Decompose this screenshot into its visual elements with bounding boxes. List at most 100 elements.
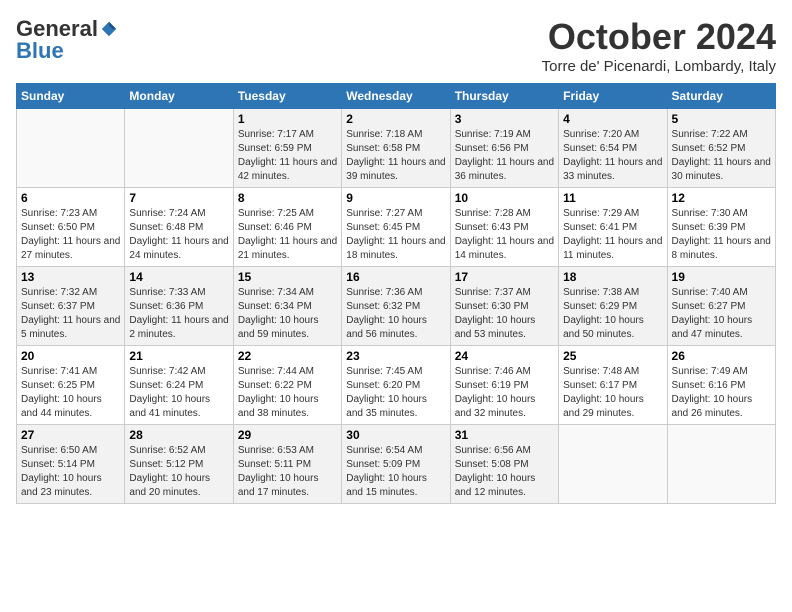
calendar-cell: 13 Sunrise: 7:32 AM Sunset: 6:37 PM Dayli… [17, 267, 125, 346]
calendar-cell: 16Sunrise: 7:36 AM Sunset: 6:32 PM Dayli… [342, 267, 450, 346]
day-number: 8 [238, 191, 337, 205]
day-info: Sunrise: 7:22 AM Sunset: 6:52 PM Dayligh… [672, 128, 771, 184]
day-number: 19 [672, 270, 771, 284]
weekday-header-wednesday: Wednesday [342, 84, 450, 109]
day-info: Sunrise: 7:41 AM Sunset: 6:25 PM Dayligh… [21, 365, 120, 421]
calendar-cell: 2Sunrise: 7:18 AM Sunset: 6:58 PM Daylig… [342, 109, 450, 188]
calendar-cell: 12 Sunrise: 7:30 AM Sunset: 6:39 PM Dayli… [667, 188, 775, 267]
calendar-cell: 19 Sunrise: 7:40 AM Sunset: 6:27 PM Dayli… [667, 267, 775, 346]
day-info: Sunrise: 7:20 AM Sunset: 6:54 PM Dayligh… [563, 128, 662, 184]
day-info: Sunrise: 7:18 AM Sunset: 6:58 PM Dayligh… [346, 128, 445, 184]
day-number: 30 [346, 428, 445, 442]
day-info: Sunrise: 7:46 AM Sunset: 6:19 PM Dayligh… [455, 365, 554, 421]
day-number: 24 [455, 349, 554, 363]
calendar-table: SundayMondayTuesdayWednesdayThursdayFrid… [16, 83, 776, 504]
month-title: October 2024 [542, 16, 776, 58]
calendar-cell: 24 Sunrise: 7:46 AM Sunset: 6:19 PM Dayli… [450, 346, 558, 425]
calendar-week-row: 20 Sunrise: 7:41 AM Sunset: 6:25 PM Dayli… [17, 346, 776, 425]
day-info: Sunrise: 7:42 AM Sunset: 6:24 PM Dayligh… [129, 365, 228, 421]
day-number: 28 [129, 428, 228, 442]
calendar-cell [559, 425, 667, 504]
logo-blue: Blue [16, 38, 64, 64]
day-info: Sunrise: 7:40 AM Sunset: 6:27 PM Dayligh… [672, 286, 771, 342]
calendar-cell: 8 Sunrise: 7:25 AM Sunset: 6:46 PM Daylig… [233, 188, 341, 267]
day-info: Sunrise: 6:52 AM Sunset: 5:12 PM Dayligh… [129, 444, 228, 500]
day-number: 25 [563, 349, 662, 363]
day-number: 17 [455, 270, 554, 284]
calendar-cell: 15 Sunrise: 7:34 AM Sunset: 6:34 PM Dayli… [233, 267, 341, 346]
day-info: Sunrise: 7:48 AM Sunset: 6:17 PM Dayligh… [563, 365, 662, 421]
day-info: Sunrise: 7:27 AM Sunset: 6:45 PM Dayligh… [346, 207, 445, 263]
calendar-cell [667, 425, 775, 504]
day-number: 7 [129, 191, 228, 205]
calendar-cell: 9 Sunrise: 7:27 AM Sunset: 6:45 PM Daylig… [342, 188, 450, 267]
day-number: 12 [672, 191, 771, 205]
day-number: 26 [672, 349, 771, 363]
day-number: 31 [455, 428, 554, 442]
calendar-cell: 20 Sunrise: 7:41 AM Sunset: 6:25 PM Dayli… [17, 346, 125, 425]
day-number: 9 [346, 191, 445, 205]
calendar-cell: 21 Sunrise: 7:42 AM Sunset: 6:24 PM Dayli… [125, 346, 233, 425]
day-number: 14 [129, 270, 228, 284]
calendar-cell: 22Sunrise: 7:44 AM Sunset: 6:22 PM Dayli… [233, 346, 341, 425]
day-number: 23 [346, 349, 445, 363]
day-info: Sunrise: 7:34 AM Sunset: 6:34 PM Dayligh… [238, 286, 337, 342]
weekday-header-thursday: Thursday [450, 84, 558, 109]
day-info: Sunrise: 7:49 AM Sunset: 6:16 PM Dayligh… [672, 365, 771, 421]
calendar-cell: 6Sunrise: 7:23 AM Sunset: 6:50 PM Daylig… [17, 188, 125, 267]
day-info: Sunrise: 7:29 AM Sunset: 6:41 PM Dayligh… [563, 207, 662, 263]
day-info: Sunrise: 7:23 AM Sunset: 6:50 PM Dayligh… [21, 207, 120, 263]
calendar-cell: 30Sunrise: 6:54 AM Sunset: 5:09 PM Dayli… [342, 425, 450, 504]
calendar-cell: 27 Sunrise: 6:50 AM Sunset: 5:14 PM Dayli… [17, 425, 125, 504]
day-info: Sunrise: 7:32 AM Sunset: 6:37 PM Dayligh… [21, 286, 120, 342]
day-info: Sunrise: 6:56 AM Sunset: 5:08 PM Dayligh… [455, 444, 554, 500]
calendar-cell: 25 Sunrise: 7:48 AM Sunset: 6:17 PM Dayli… [559, 346, 667, 425]
logo-icon [100, 20, 118, 38]
day-info: Sunrise: 7:44 AM Sunset: 6:22 PM Dayligh… [238, 365, 337, 421]
day-number: 21 [129, 349, 228, 363]
calendar-cell: 28 Sunrise: 6:52 AM Sunset: 5:12 PM Dayli… [125, 425, 233, 504]
day-info: Sunrise: 7:30 AM Sunset: 6:39 PM Dayligh… [672, 207, 771, 263]
calendar-cell: 18Sunrise: 7:38 AM Sunset: 6:29 PM Dayli… [559, 267, 667, 346]
day-number: 3 [455, 112, 554, 126]
day-number: 18 [563, 270, 662, 284]
calendar-cell: 23Sunrise: 7:45 AM Sunset: 6:20 PM Dayli… [342, 346, 450, 425]
calendar-cell: 26 Sunrise: 7:49 AM Sunset: 6:16 PM Dayli… [667, 346, 775, 425]
day-number: 11 [563, 191, 662, 205]
calendar-cell: 14 Sunrise: 7:33 AM Sunset: 6:36 PM Dayli… [125, 267, 233, 346]
weekday-header-row: SundayMondayTuesdayWednesdayThursdayFrid… [17, 84, 776, 109]
calendar-cell [17, 109, 125, 188]
location: Torre de' Picenardi, Lombardy, Italy [542, 58, 776, 75]
calendar-cell: 10Sunrise: 7:28 AM Sunset: 6:43 PM Dayli… [450, 188, 558, 267]
day-number: 5 [672, 112, 771, 126]
day-number: 13 [21, 270, 120, 284]
calendar-cell: 11 Sunrise: 7:29 AM Sunset: 6:41 PM Dayli… [559, 188, 667, 267]
calendar-cell: 3Sunrise: 7:19 AM Sunset: 6:56 PM Daylig… [450, 109, 558, 188]
calendar-cell: 1Sunrise: 7:17 AM Sunset: 6:59 PM Daylig… [233, 109, 341, 188]
calendar-cell: 5 Sunrise: 7:22 AM Sunset: 6:52 PM Daylig… [667, 109, 775, 188]
weekday-header-tuesday: Tuesday [233, 84, 341, 109]
calendar-cell [125, 109, 233, 188]
page-header: General Blue October 2024 Torre de' Pice… [16, 16, 776, 75]
day-number: 4 [563, 112, 662, 126]
day-info: Sunrise: 7:17 AM Sunset: 6:59 PM Dayligh… [238, 128, 337, 184]
day-number: 15 [238, 270, 337, 284]
day-info: Sunrise: 6:53 AM Sunset: 5:11 PM Dayligh… [238, 444, 337, 500]
day-info: Sunrise: 6:50 AM Sunset: 5:14 PM Dayligh… [21, 444, 120, 500]
day-number: 27 [21, 428, 120, 442]
day-info: Sunrise: 7:36 AM Sunset: 6:32 PM Dayligh… [346, 286, 445, 342]
calendar-cell: 4 Sunrise: 7:20 AM Sunset: 6:54 PM Daylig… [559, 109, 667, 188]
day-number: 20 [21, 349, 120, 363]
day-info: Sunrise: 7:37 AM Sunset: 6:30 PM Dayligh… [455, 286, 554, 342]
weekday-header-sunday: Sunday [17, 84, 125, 109]
day-info: Sunrise: 7:25 AM Sunset: 6:46 PM Dayligh… [238, 207, 337, 263]
calendar-cell: 7Sunrise: 7:24 AM Sunset: 6:48 PM Daylig… [125, 188, 233, 267]
calendar-cell: 31 Sunrise: 6:56 AM Sunset: 5:08 PM Dayli… [450, 425, 558, 504]
day-number: 29 [238, 428, 337, 442]
day-info: Sunrise: 7:33 AM Sunset: 6:36 PM Dayligh… [129, 286, 228, 342]
calendar-week-row: 27 Sunrise: 6:50 AM Sunset: 5:14 PM Dayli… [17, 425, 776, 504]
logo: General Blue [16, 16, 118, 64]
weekday-header-friday: Friday [559, 84, 667, 109]
calendar-cell: 29 Sunrise: 6:53 AM Sunset: 5:11 PM Dayli… [233, 425, 341, 504]
title-section: October 2024 Torre de' Picenardi, Lombar… [542, 16, 776, 75]
